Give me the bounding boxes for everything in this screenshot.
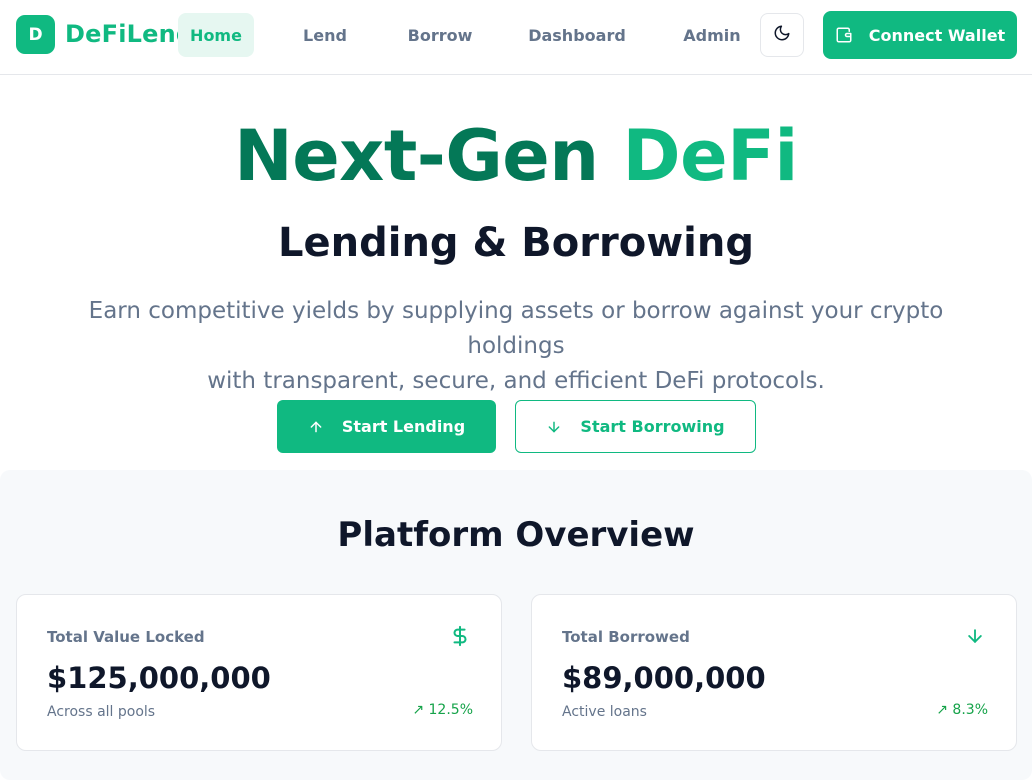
nav-link-home[interactable]: Home xyxy=(178,13,254,57)
wallet-icon xyxy=(835,26,853,44)
overview-title: Platform Overview xyxy=(337,515,695,555)
hero-title-part2: DeFi xyxy=(622,115,798,197)
hero-title: Next-Gen DeFi xyxy=(0,114,1032,198)
stat-card-value: $89,000,000 xyxy=(562,661,766,695)
theme-toggle-button[interactable] xyxy=(760,13,804,57)
top-navbar: D DeFiLend Home Lend Borrow Dashboard Ad… xyxy=(0,0,1032,75)
connect-wallet-label: Connect Wallet xyxy=(868,25,1006,45)
stat-card-label: Total Borrowed xyxy=(562,628,690,646)
arrow-down-icon xyxy=(546,419,562,435)
logo-badge[interactable]: D xyxy=(16,15,55,54)
hero-description-line1: Earn competitive yields by supplying ass… xyxy=(88,298,944,359)
stat-card-note: Active loans xyxy=(562,704,647,720)
stat-card-change: ↗ 8.3% xyxy=(936,702,988,718)
brand-name[interactable]: DeFiLend xyxy=(65,20,193,48)
hero-subtitle: Lending & Borrowing xyxy=(278,220,754,266)
stat-card-tvl: Total Value Locked $125,000,000 Across a… xyxy=(16,594,502,751)
stat-card-change: ↗ 12.5% xyxy=(412,702,473,718)
hero-description: Earn competitive yields by supplying ass… xyxy=(60,294,972,399)
stat-card-label: Total Value Locked xyxy=(47,628,205,646)
start-lending-button[interactable]: Start Lending xyxy=(277,400,496,453)
hero-title-part1: Next-Gen xyxy=(234,115,599,197)
nav-link-dashboard[interactable]: Dashboard xyxy=(522,13,632,57)
start-lending-label: Start Lending xyxy=(341,417,466,436)
stat-card-borrowed: Total Borrowed $89,000,000 Active loans … xyxy=(531,594,1017,751)
nav-link-borrow[interactable]: Borrow xyxy=(398,13,482,57)
moon-icon xyxy=(773,24,791,47)
nav-link-admin[interactable]: Admin xyxy=(672,13,752,57)
hero-description-line2: with transparent, secure, and efficient … xyxy=(207,368,825,394)
dollar-icon xyxy=(447,623,473,649)
stat-card-value: $125,000,000 xyxy=(47,661,271,695)
connect-wallet-button[interactable]: Connect Wallet xyxy=(823,11,1017,59)
nav-link-lend[interactable]: Lend xyxy=(290,13,360,57)
arrow-down-icon xyxy=(962,623,988,649)
arrow-up-icon xyxy=(308,419,324,435)
stat-card-note: Across all pools xyxy=(47,704,156,720)
start-borrowing-label: Start Borrowing xyxy=(580,417,725,436)
start-borrowing-button[interactable]: Start Borrowing xyxy=(515,400,756,453)
